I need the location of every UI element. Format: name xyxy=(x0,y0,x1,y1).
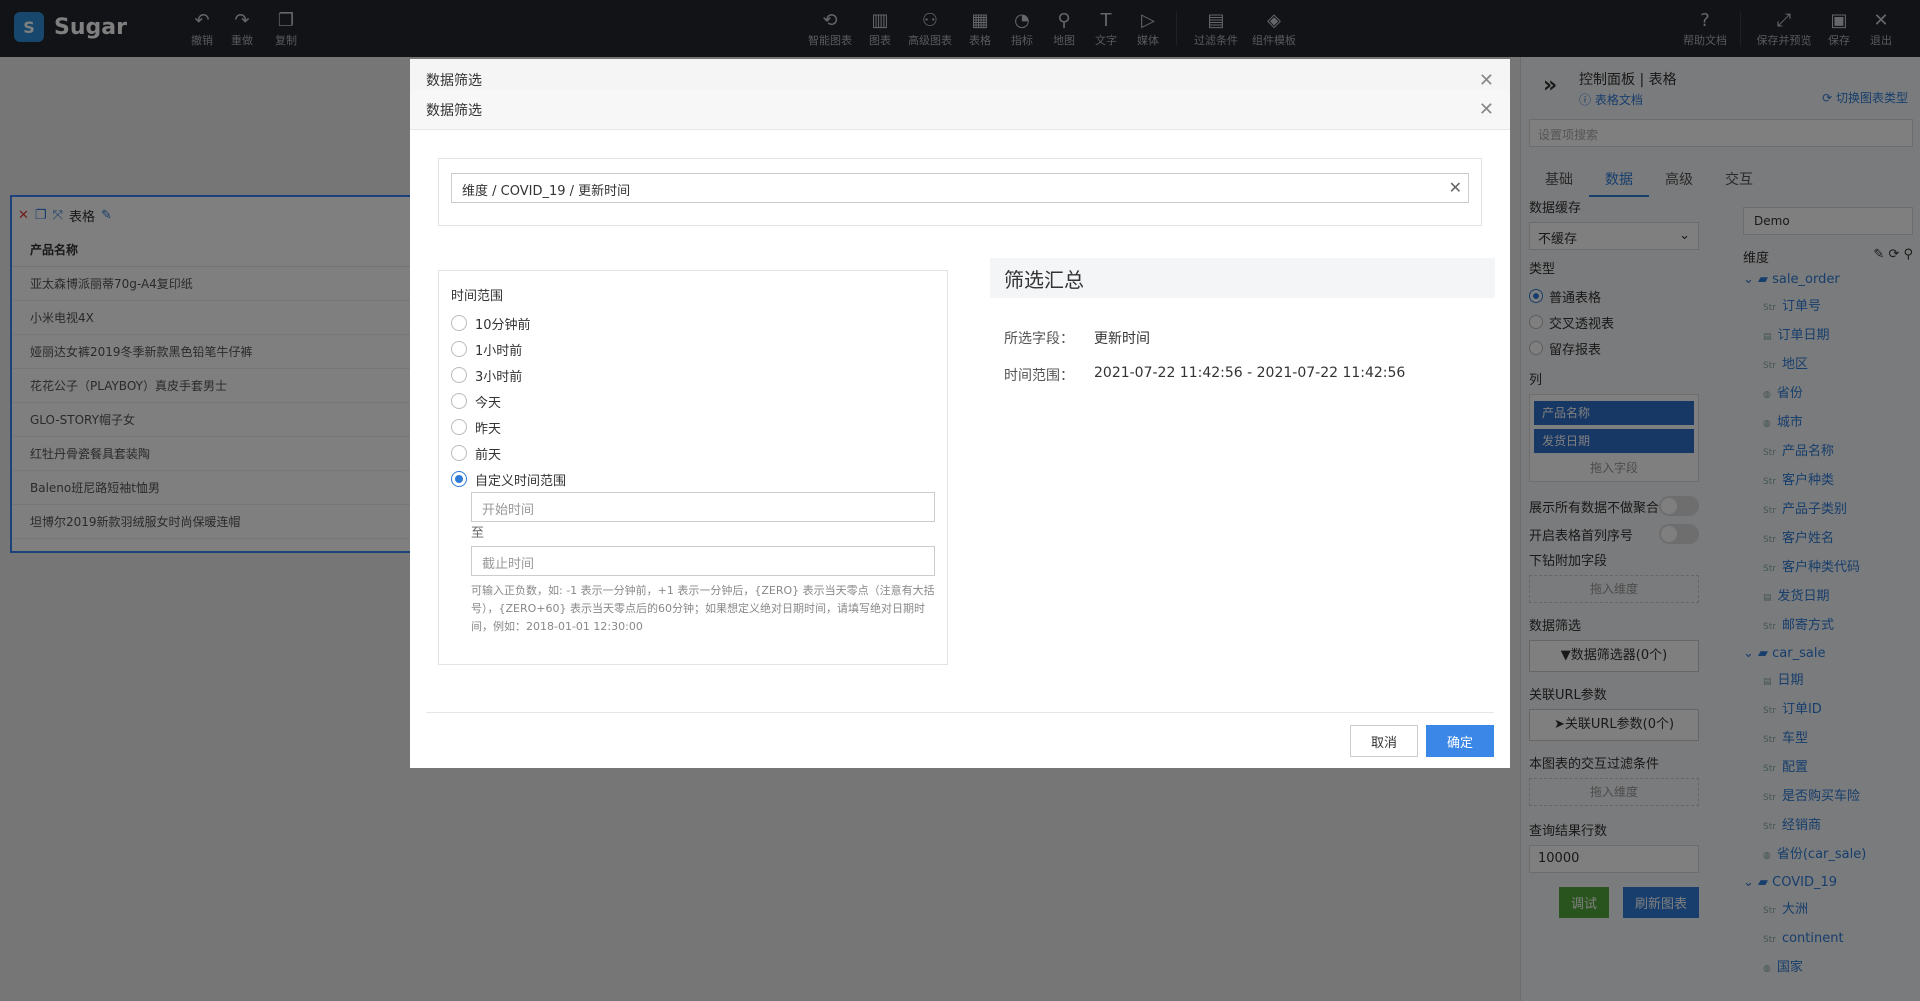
selected-field-key: 所选字段： xyxy=(1004,331,1074,347)
close-icon[interactable]: ✕ xyxy=(1479,99,1494,120)
close-icon[interactable]: ✕ xyxy=(1479,70,1494,91)
confirm-button[interactable]: 确定 xyxy=(1426,725,1494,757)
radio-icon xyxy=(451,315,467,331)
time-option-label: 10分钟前 xyxy=(475,317,531,333)
to-label: 至 xyxy=(471,526,485,541)
time-option-radio[interactable]: 昨天 xyxy=(451,414,935,440)
modal-title: 数据筛选 xyxy=(426,102,482,119)
time-option-label: 1小时前 xyxy=(475,343,523,359)
start-time-input[interactable]: 开始时间 xyxy=(471,492,935,522)
selected-field-row: 所选字段： 更新时间 xyxy=(1004,328,1150,348)
time-range-row: 时间范围： 2021-07-22 11:42:56 - 2021-07-22 1… xyxy=(1004,365,1405,385)
radio-icon xyxy=(451,393,467,409)
field-path-container: 维度 / COVID_19 / 更新时间 ✕ xyxy=(438,158,1482,226)
time-range-panel: 时间范围 10分钟前 1小时前 3小时前今天昨天前天自定义时间范围 开始时间 至 截… xyxy=(438,270,948,665)
selected-field-value: 更新时间 xyxy=(1094,331,1150,347)
time-option-label: 昨天 xyxy=(475,421,502,437)
filter-summary-title: 筛选汇总 xyxy=(990,258,1495,298)
field-path-input[interactable]: 维度 / COVID_19 / 更新时间 ✕ xyxy=(451,173,1469,203)
cancel-button[interactable]: 取消 xyxy=(1350,725,1418,757)
radio-selected-icon xyxy=(451,471,467,487)
time-option-radio[interactable]: 1小时前 xyxy=(451,336,935,362)
time-option-radio[interactable]: 10分钟前 xyxy=(451,310,935,336)
time-option-label: 3小时前 xyxy=(475,369,523,385)
end-time-input[interactable]: 截止时间 xyxy=(471,546,935,576)
footer-divider xyxy=(426,712,1494,713)
time-option-radio[interactable]: 前天 xyxy=(451,440,935,466)
clear-icon[interactable]: ✕ xyxy=(1449,178,1462,197)
radio-icon xyxy=(451,419,467,435)
time-option-label: 前天 xyxy=(475,447,502,463)
modal-header: 数据筛选 ✕ xyxy=(410,90,1510,130)
field-path-value: 维度 / COVID_19 / 更新时间 xyxy=(462,184,631,199)
time-range-key: 时间范围： xyxy=(1004,368,1074,384)
radio-icon xyxy=(451,341,467,357)
time-range-options: 10分钟前 1小时前 3小时前今天昨天前天自定义时间范围 xyxy=(451,310,935,492)
time-range-value: 2021-07-22 11:42:56 - 2021-07-22 11:42:5… xyxy=(1094,365,1406,381)
time-option-label: 自定义时间范围 xyxy=(475,473,567,489)
time-option-radio[interactable]: 今天 xyxy=(451,388,935,414)
background-modal-title: 数据筛选 xyxy=(426,73,482,89)
time-input-hint: 可输入正负数，如: -1 表示一分钟前，+1 表示一分钟后，{ZERO} 表示当… xyxy=(471,584,935,633)
time-option-radio[interactable]: 3小时前 xyxy=(451,362,935,388)
time-option-radio[interactable]: 自定义时间范围 xyxy=(451,466,935,492)
data-filter-modal: 数据筛选 ✕ 维度 / COVID_19 / 更新时间 ✕ 时间范围 10分钟前… xyxy=(410,90,1510,768)
time-option-label: 今天 xyxy=(475,395,502,411)
radio-icon xyxy=(451,367,467,383)
radio-icon xyxy=(451,445,467,461)
time-range-label: 时间范围 xyxy=(451,289,504,304)
